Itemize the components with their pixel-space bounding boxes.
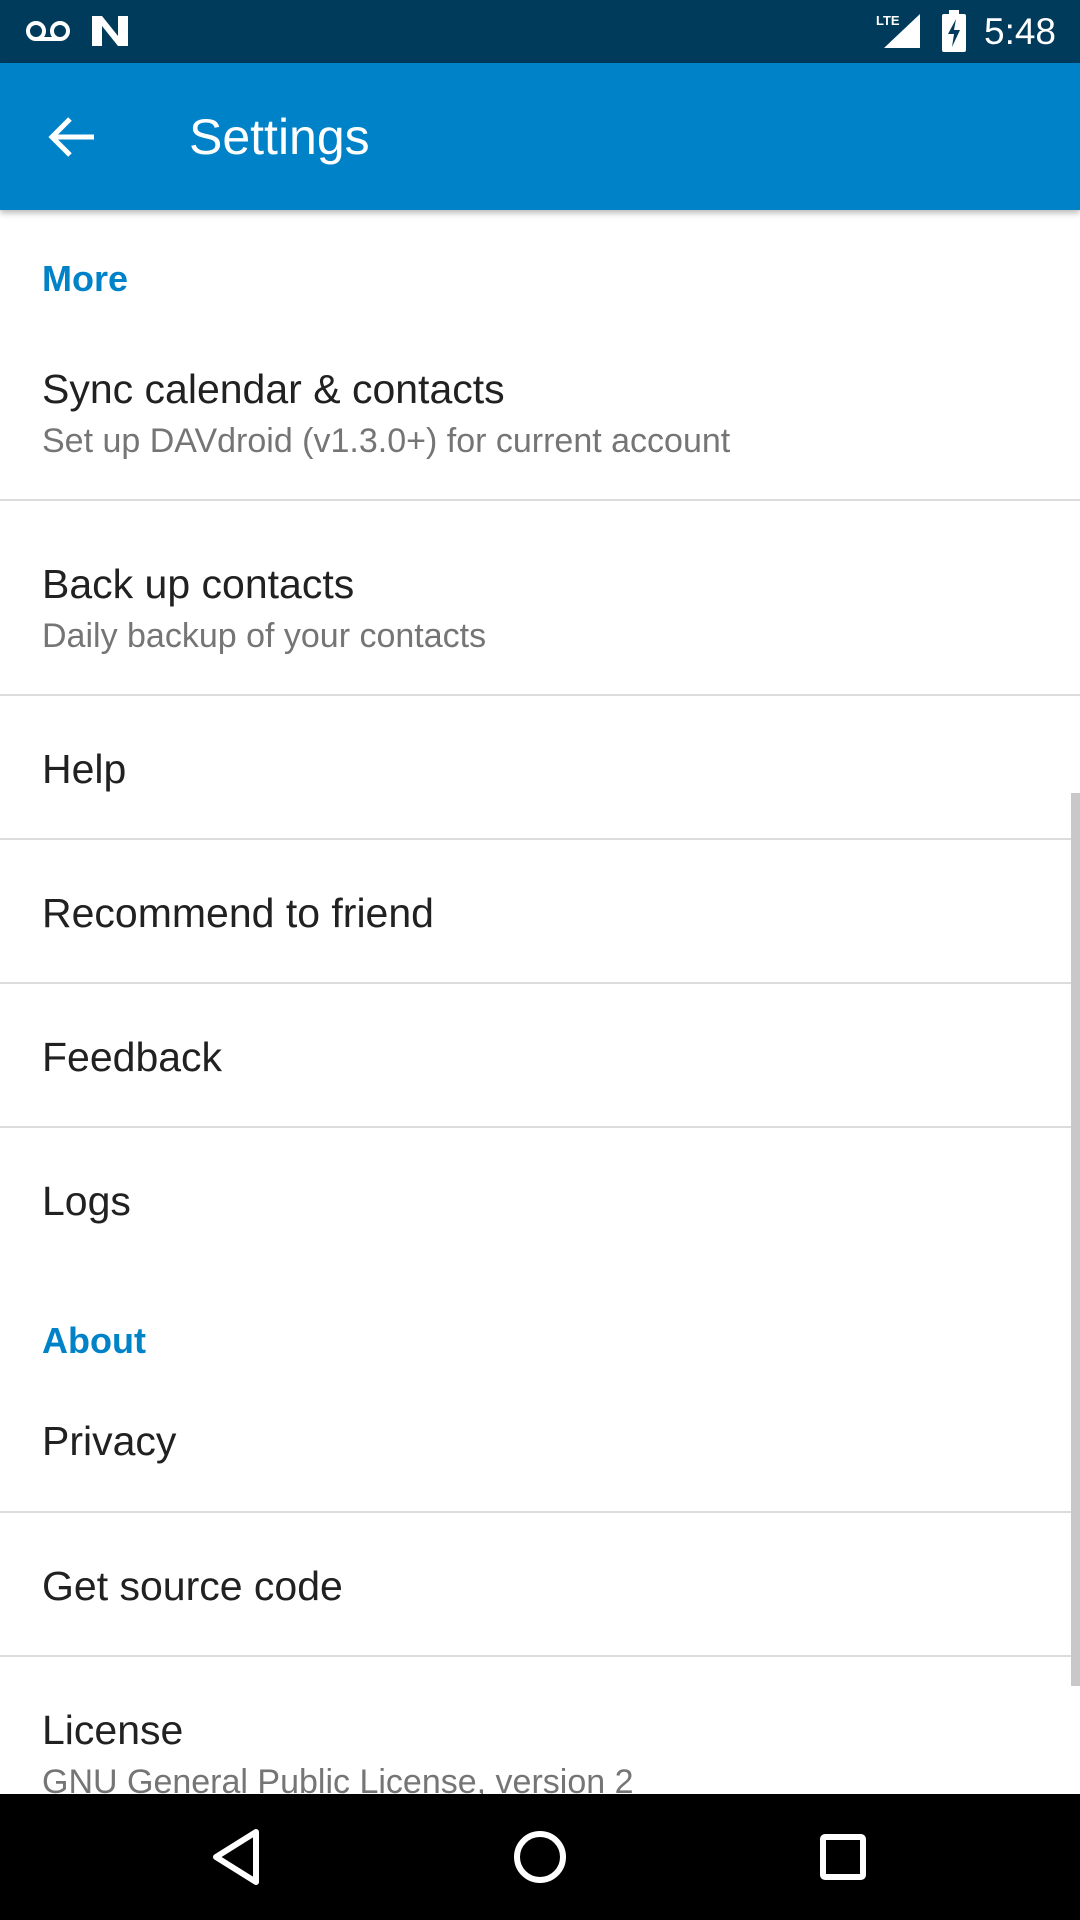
pref-feedback[interactable]: Feedback [0, 984, 1080, 1128]
pref-title: Logs [42, 1178, 131, 1224]
section-header-about: About [42, 1320, 146, 1361]
pref-title: Privacy [42, 1418, 177, 1464]
pref-summary: Set up DAVdroid (v1.3.0+) for current ac… [42, 422, 731, 460]
recents-square-icon[interactable] [806, 1820, 880, 1894]
battery-charging-icon [942, 10, 966, 52]
lte-signal-icon: LTE [876, 13, 920, 48]
pref-title: License [42, 1707, 184, 1753]
pref-help[interactable]: Help [0, 696, 1080, 840]
app-bar: Settings [0, 63, 1080, 210]
pref-license[interactable]: License GNU General Public License, vers… [0, 1657, 1080, 1794]
pref-title: Recommend to friend [42, 890, 434, 936]
pref-title: Sync calendar & contacts [42, 366, 505, 412]
status-time: 5:48 [984, 11, 1057, 52]
pref-title: Feedback [42, 1034, 223, 1080]
navigation-bar [0, 1794, 1080, 1920]
settings-list[interactable]: More Sync calendar & contacts Set up DAV… [0, 210, 1080, 1794]
pref-recommend-to-friend[interactable]: Recommend to friend [0, 840, 1080, 984]
pref-summary: GNU General Public License, version 2 [42, 1763, 634, 1794]
section-header-more: More [42, 258, 129, 299]
pref-title: Help [42, 746, 127, 792]
pref-summary: Daily backup of your contacts [42, 617, 487, 655]
pref-title: Get source code [42, 1563, 343, 1609]
status-bar: LTE 5:48 [0, 0, 1080, 63]
back-triangle-icon[interactable] [200, 1820, 274, 1894]
voicemail-icon [26, 21, 70, 41]
pref-privacy[interactable]: Privacy [0, 1390, 1080, 1513]
n-icon [92, 16, 128, 46]
pref-get-source-code[interactable]: Get source code [0, 1513, 1080, 1657]
arrow-back-icon[interactable] [36, 101, 108, 173]
page-title: Settings [189, 109, 370, 165]
home-circle-icon[interactable] [503, 1820, 577, 1894]
pref-sync-calendar-contacts[interactable]: Sync calendar & contacts Set up DAVdroid… [0, 336, 1080, 501]
pref-back-up-contacts[interactable]: Back up contacts Daily backup of your co… [0, 501, 1080, 696]
scrollbar[interactable] [1071, 793, 1080, 1686]
svg-text:LTE: LTE [876, 13, 900, 28]
pref-logs[interactable]: Logs [0, 1128, 1080, 1258]
pref-title: Back up contacts [42, 561, 355, 607]
